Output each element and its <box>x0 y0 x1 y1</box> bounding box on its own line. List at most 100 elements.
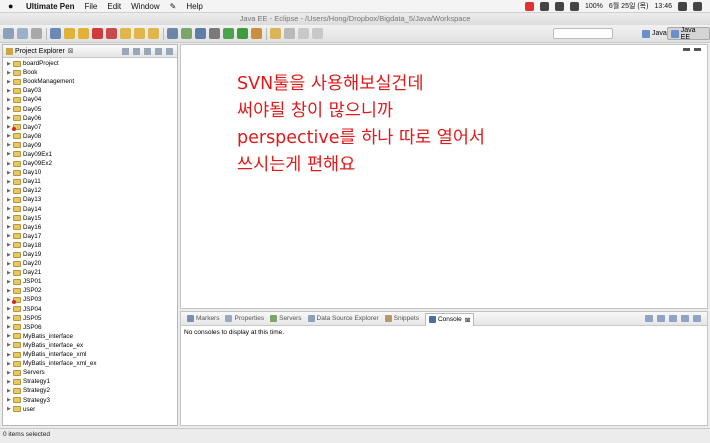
project-item[interactable]: ▶ Day17 <box>3 232 177 241</box>
search-icon[interactable] <box>284 28 295 39</box>
save-icon[interactable] <box>17 28 28 39</box>
editor-maximize-icon[interactable] <box>694 48 701 51</box>
open-folder-icon[interactable] <box>270 28 281 39</box>
quick-access-input[interactable] <box>553 28 613 39</box>
menubar-time[interactable]: 13:46 <box>654 3 672 10</box>
project-item[interactable]: ▶ Day15 <box>3 214 177 223</box>
new-icon[interactable] <box>3 28 14 39</box>
menu-file[interactable]: File <box>84 2 97 11</box>
close-icon[interactable]: ⊠ <box>465 316 470 324</box>
tab-servers[interactable]: Servers <box>270 315 302 322</box>
back-icon[interactable] <box>298 28 309 39</box>
tab-snippets[interactable]: Snippets <box>384 315 419 322</box>
project-item[interactable]: ▶ Strategy3 <box>3 395 177 404</box>
external-tools-icon[interactable] <box>251 28 262 39</box>
project-item[interactable]: ▶ JSP06 <box>3 323 177 332</box>
project-item[interactable]: ▶ Day04 <box>3 95 177 104</box>
run-config-icon[interactable] <box>50 28 61 39</box>
tray-icon-2[interactable] <box>555 1 564 11</box>
run-icon[interactable] <box>237 28 248 39</box>
minimize-icon[interactable] <box>155 47 162 55</box>
project-item[interactable]: ▶ Day18 <box>3 241 177 250</box>
battery-level[interactable]: 100% <box>585 3 603 10</box>
project-item[interactable]: ▶ JSP04 <box>3 305 177 314</box>
project-item[interactable]: ▶ boardProject <box>3 59 177 68</box>
step-into-icon[interactable] <box>120 28 131 39</box>
project-item[interactable]: ▶ Day21 <box>3 268 177 277</box>
globe-icon[interactable] <box>195 28 206 39</box>
project-item[interactable]: ▶ Day06 <box>3 114 177 123</box>
notification-icon[interactable] <box>693 1 702 11</box>
project-item[interactable]: ▶ user <box>3 405 177 414</box>
project-item[interactable]: ▶ JSP03 <box>3 295 177 304</box>
menubar-date[interactable]: 6월 25일 (목) <box>609 1 649 11</box>
project-item[interactable]: ▶ Day19 <box>3 250 177 259</box>
project-item[interactable]: ▶ MyBatis_interface <box>3 332 177 341</box>
stop-icon[interactable] <box>92 28 103 39</box>
project-item[interactable]: ▶ MyBatis_interface_xml_ex <box>3 359 177 368</box>
project-item[interactable]: ▶ Day09 <box>3 141 177 150</box>
project-item[interactable]: ▶ Strategy2 <box>3 386 177 395</box>
project-item[interactable]: ▶ Day03 <box>3 86 177 95</box>
project-item[interactable]: ▶ Day12 <box>3 186 177 195</box>
console-minimize-icon[interactable] <box>681 315 689 322</box>
project-item[interactable]: ▶ Day07 <box>3 123 177 132</box>
forward-icon[interactable] <box>312 28 323 39</box>
menu-help[interactable]: Help <box>186 2 202 11</box>
project-item[interactable]: ▶ JSP05 <box>3 314 177 323</box>
server-icon[interactable] <box>167 28 178 39</box>
project-item[interactable]: ▶ Day08 <box>3 132 177 141</box>
project-item[interactable]: ▶ JSP02 <box>3 286 177 295</box>
menu-edit[interactable]: Edit <box>107 2 121 11</box>
project-item[interactable]: ▶ Day20 <box>3 259 177 268</box>
wifi-icon[interactable] <box>570 1 579 11</box>
maximize-icon[interactable] <box>166 47 173 55</box>
project-item[interactable]: ▶ Day14 <box>3 205 177 214</box>
project-item[interactable]: ▶ MyBatis_interface_ex <box>3 341 177 350</box>
perspective-java[interactable]: Java <box>639 27 670 40</box>
open-console-icon[interactable] <box>645 315 653 322</box>
tab-data-source-explorer[interactable]: Data Source Explorer <box>307 315 379 322</box>
app-name[interactable]: Ultimate Pen <box>26 2 74 11</box>
project-item[interactable]: ▶ Day16 <box>3 223 177 232</box>
debug-icon[interactable] <box>223 28 234 39</box>
project-item[interactable]: ▶ Book <box>3 68 177 77</box>
skip-icon[interactable] <box>64 28 75 39</box>
wizard-icon[interactable] <box>181 28 192 39</box>
project-item[interactable]: ▶ MyBatis_interface_xml <box>3 350 177 359</box>
tray-icon-1[interactable] <box>540 1 549 11</box>
step-return-icon[interactable] <box>148 28 159 39</box>
editor-minimize-icon[interactable] <box>683 48 690 51</box>
project-item[interactable]: ▶ JSP01 <box>3 277 177 286</box>
menu-window[interactable]: Window <box>131 2 159 11</box>
project-item[interactable]: ▶ Day09Ex1 <box>3 150 177 159</box>
project-item[interactable]: ▶ Day11 <box>3 177 177 186</box>
disconnect-icon[interactable] <box>106 28 117 39</box>
pin-console-icon[interactable] <box>669 315 677 322</box>
print-icon[interactable] <box>31 28 42 39</box>
project-explorer-title[interactable]: Project Explorer <box>15 48 65 55</box>
spotlight-icon[interactable] <box>678 1 687 11</box>
console-maximize-icon[interactable] <box>693 315 701 322</box>
project-item[interactable]: ▶ Day10 <box>3 168 177 177</box>
project-item[interactable]: ▶ Strategy1 <box>3 377 177 386</box>
step-over-icon[interactable] <box>134 28 145 39</box>
apple-icon[interactable]: ● <box>8 1 18 11</box>
project-item[interactable]: ▶ Servers <box>3 368 177 377</box>
tab-properties[interactable]: Properties <box>225 315 264 322</box>
project-item[interactable]: ▶ Day05 <box>3 104 177 113</box>
tab-markers[interactable]: Markers <box>187 315 219 322</box>
display-console-icon[interactable] <box>657 315 665 322</box>
view-menu-icon[interactable] <box>144 47 151 55</box>
pen-icon[interactable]: ✎ <box>170 2 177 11</box>
project-item[interactable]: ▶ Day09Ex2 <box>3 159 177 168</box>
collapse-all-icon[interactable] <box>122 47 129 55</box>
close-tool-icon[interactable] <box>525 1 534 11</box>
perspective-java-ee[interactable]: Java EE <box>667 27 710 41</box>
tab-console[interactable]: Console ⊠ <box>424 312 475 326</box>
close-icon[interactable]: ⊠ <box>68 47 74 55</box>
project-item[interactable]: ▶ Day13 <box>3 195 177 204</box>
project-item[interactable]: ▶ BookManagement <box>3 77 177 86</box>
pause-icon[interactable] <box>78 28 89 39</box>
settings-icon[interactable] <box>209 28 220 39</box>
